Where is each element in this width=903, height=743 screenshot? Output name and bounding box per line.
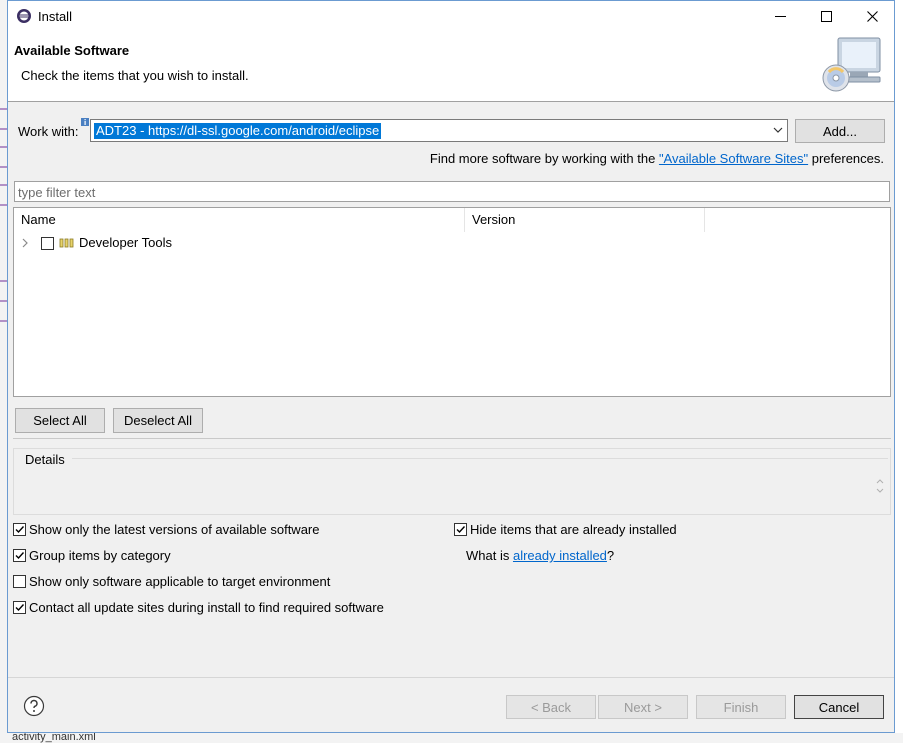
separator [13, 438, 891, 439]
software-tree[interactable]: Name Version Developer Tools [13, 207, 891, 397]
details-group: Details [13, 448, 891, 515]
close-button[interactable] [849, 1, 895, 32]
option-label: Group items by category [29, 547, 171, 563]
maximize-icon [820, 11, 832, 22]
option-contact-update-sites[interactable]: Contact all update sites during install … [13, 598, 384, 616]
install-dialog: Install Available Software Check the ite… [7, 0, 895, 733]
maximize-button[interactable] [803, 1, 849, 32]
contact-update-sites-checkbox[interactable] [13, 600, 26, 614]
chevron-right-icon[interactable] [20, 237, 30, 249]
already-installed-link[interactable]: already installed [513, 548, 607, 563]
category-icon [59, 238, 74, 248]
details-scroll-arrows-icon[interactable] [876, 477, 884, 495]
tree-row[interactable]: Developer Tools [14, 233, 890, 253]
work-with-label: Work with: [18, 124, 79, 139]
latest-versions-checkbox[interactable] [13, 522, 26, 536]
column-name[interactable]: Name [14, 208, 465, 232]
minimize-icon [774, 16, 786, 17]
add-site-button[interactable]: Add... [795, 119, 885, 143]
option-label: Show only software applicable to target … [29, 573, 331, 589]
what-is-installed-text: What is already installed? [466, 548, 615, 563]
eclipse-app-icon [17, 9, 31, 23]
deselect-all-button[interactable]: Deselect All [113, 408, 203, 433]
close-icon [866, 11, 878, 22]
chevron-down-icon[interactable] [772, 124, 784, 136]
title-bar: Install [8, 1, 894, 32]
page-title: Available Software [14, 43, 130, 58]
group-by-category-checkbox[interactable] [13, 548, 26, 562]
option-target-environment[interactable]: Show only software applicable to target … [13, 572, 330, 590]
install-monitor-icon [822, 37, 881, 92]
option-hide-installed[interactable]: Hide items that are already installed [454, 520, 677, 538]
next-button[interactable]: Next > [598, 695, 688, 719]
details-label: Details [21, 452, 69, 467]
filter-input[interactable]: type filter text [14, 181, 890, 202]
select-all-button[interactable]: Select All [15, 408, 105, 433]
option-group-by-category[interactable]: Group items by category [13, 546, 171, 564]
target-environment-checkbox[interactable] [13, 574, 26, 588]
background-editor-tab[interactable]: activity_main.xml [12, 732, 96, 743]
find-more-text: Find more software by working with the "… [429, 151, 884, 166]
hide-installed-checkbox[interactable] [454, 522, 467, 536]
window-title: Install [38, 9, 72, 24]
work-with-value[interactable]: ADT23 - https://dl-ssl.google.com/androi… [94, 123, 382, 139]
option-label: Hide items that are already installed [470, 521, 677, 537]
minimize-button[interactable] [757, 1, 803, 32]
finish-button[interactable]: Finish [696, 695, 786, 719]
available-software-sites-link[interactable]: "Available Software Sites" [659, 151, 808, 166]
info-icon [81, 118, 89, 126]
back-button[interactable]: < Back [506, 695, 596, 719]
option-label: Show only the latest versions of availab… [29, 521, 320, 537]
page-description: Check the items that you wish to install… [21, 68, 249, 83]
column-version[interactable]: Version [465, 208, 705, 232]
tree-row-label: Developer Tools [79, 235, 172, 250]
help-icon[interactable] [23, 695, 45, 717]
background-editor-tabbar [0, 733, 903, 743]
work-with-combo[interactable]: ADT23 - https://dl-ssl.google.com/androi… [90, 119, 788, 142]
cancel-button[interactable]: Cancel [794, 695, 884, 719]
wizard-banner: Available Software Check the items that … [8, 32, 894, 102]
footer-separator [8, 677, 894, 678]
option-latest-versions[interactable]: Show only the latest versions of availab… [13, 520, 320, 538]
tree-header: Name Version [14, 208, 890, 232]
developer-tools-checkbox[interactable] [41, 237, 54, 250]
filter-placeholder: type filter text [18, 185, 96, 200]
details-rule [72, 458, 888, 459]
option-label: Contact all update sites during install … [29, 599, 384, 615]
